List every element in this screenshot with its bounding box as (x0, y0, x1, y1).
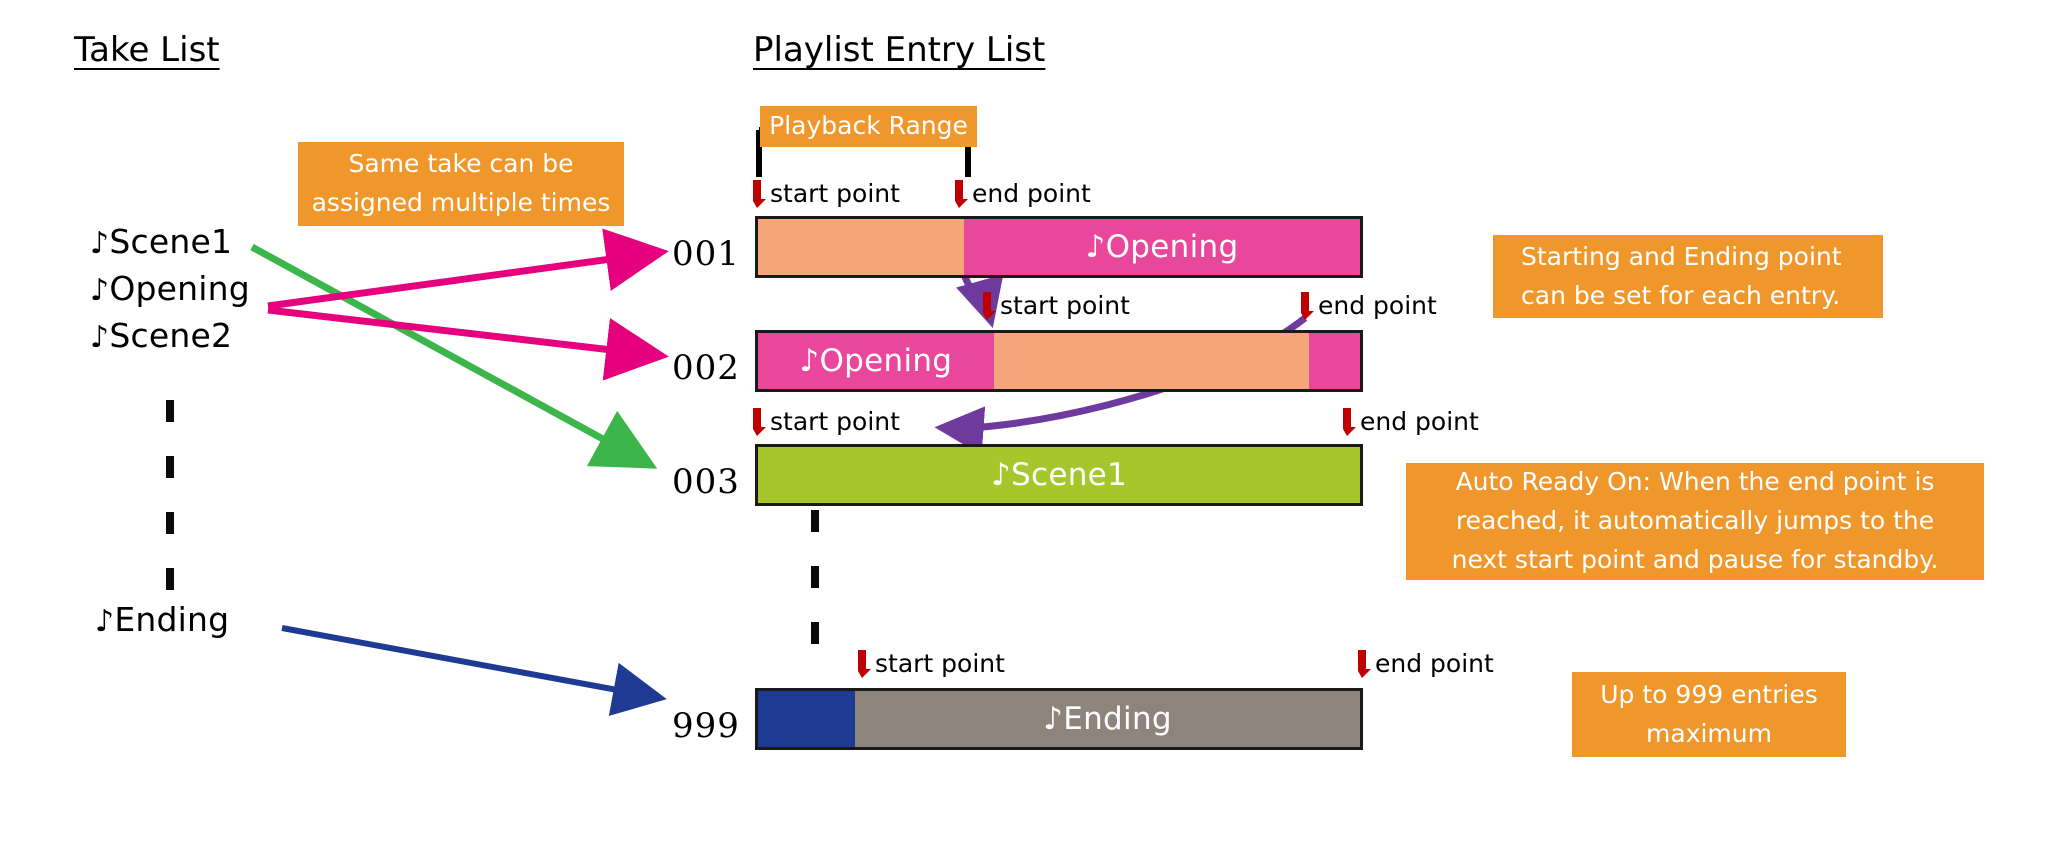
entry-002-start-point: start point (980, 292, 1130, 320)
music-note-icon: ♪ (90, 273, 110, 308)
entry-bar-001[interactable]: ♪Opening (755, 216, 1363, 278)
point-label: end point (1375, 649, 1494, 678)
playback-range-label: Playback Range (769, 111, 968, 141)
end-point-marker-icon (1301, 292, 1314, 320)
callout-line: Same take can be (348, 149, 574, 179)
playlist-heading: Playlist Entry List (753, 30, 1046, 70)
entry-bar-003[interactable]: ♪Scene1 (755, 444, 1363, 506)
start-point-marker-icon (753, 180, 766, 208)
music-note-icon: ♪ (90, 226, 110, 261)
start-point-marker-icon (858, 650, 871, 678)
point-label: start point (875, 649, 1005, 678)
take-item-label: Scene1 (109, 222, 233, 261)
diagram-canvas: Take List Playlist Entry List ♪Scene1 ♪O… (0, 0, 2054, 850)
point-label: start point (770, 407, 900, 436)
arrow-ending-to-999 (281, 625, 667, 716)
start-point-marker-icon (753, 408, 766, 436)
segment-label: ♪Ending (1043, 701, 1172, 737)
entry-bar-999[interactable]: ♪Ending (755, 688, 1363, 750)
start-point-marker-icon (983, 292, 996, 320)
end-point-marker-icon (1343, 408, 1356, 436)
callout-line: Up to 999 entries (1600, 679, 1818, 709)
entry-bar-002[interactable]: ♪Opening (755, 330, 1363, 392)
point-label: end point (1360, 407, 1479, 436)
take-item-ending[interactable]: ♪Ending (95, 600, 229, 639)
arrow-opening-to-001 (267, 228, 669, 310)
take-item-label: Ending (114, 600, 230, 639)
callout-line: reached, it automatically jumps to the (1455, 506, 1935, 536)
segment-label: ♪Opening (799, 343, 953, 379)
take-item-label: Scene2 (109, 316, 233, 355)
take-item-opening[interactable]: ♪Opening (90, 269, 250, 308)
end-point-marker-icon (1358, 650, 1371, 678)
entry-999-segment-ending[interactable]: ♪Ending (855, 691, 1360, 747)
callout-same-take: Same take can be assigned multiple times (298, 142, 624, 226)
entry-001-segment-opening[interactable]: ♪Opening (963, 219, 1360, 275)
entry-003-segment-scene1[interactable]: ♪Scene1 (758, 447, 1360, 503)
segment-label: ♪Opening (1085, 229, 1239, 265)
entry-001-start-point: start point (750, 180, 900, 208)
entry-001-segment-pre[interactable] (758, 219, 964, 275)
entry-number-003: 003 (672, 462, 740, 502)
segment-label: ♪Scene1 (990, 457, 1128, 493)
callout-line: can be set for each entry. (1521, 280, 1841, 310)
callout-line: Auto Ready On: When the end point is (1455, 467, 1935, 497)
point-label: end point (1318, 291, 1437, 320)
point-label: start point (770, 179, 900, 208)
music-note-icon: ♪ (90, 320, 110, 355)
entry-003-start-point: start point (750, 408, 900, 436)
callout-auto-ready: Auto Ready On: When the end point is rea… (1406, 463, 1984, 580)
entry-002-end-point: end point (1298, 292, 1437, 320)
entry-002-segment-post[interactable] (1308, 333, 1360, 389)
entry-999-segment-pre[interactable] (758, 691, 856, 747)
entry-number-999: 999 (672, 706, 740, 746)
take-list-heading: Take List (74, 30, 220, 70)
entry-999-start-point: start point (855, 650, 1005, 678)
entry-number-001: 001 (672, 234, 740, 274)
entry-999-end-point: end point (1355, 650, 1494, 678)
callout-line: assigned multiple times (311, 188, 611, 217)
entry-003-end-point: end point (1340, 408, 1479, 436)
arrow-scene1-to-003 (250, 243, 658, 469)
take-item-label: Opening (109, 269, 250, 308)
callout-line: next start point and pause for standby. (1451, 544, 1939, 574)
entry-001-end-point: end point (952, 180, 1091, 208)
music-note-icon: ♪ (95, 604, 115, 639)
callout-start-end-point: Starting and Ending point can be set for… (1493, 235, 1883, 318)
take-item-scene1[interactable]: ♪Scene1 (90, 222, 250, 261)
playback-range-badge: Playback Range (760, 106, 977, 147)
point-label: end point (972, 179, 1091, 208)
arrow-opening-to-002 (267, 306, 669, 381)
callout-max-entries: Up to 999 entries maximum (1572, 672, 1846, 757)
take-item-scene2[interactable]: ♪Scene2 (90, 316, 250, 355)
point-label: start point (1000, 291, 1130, 320)
entry-002-segment-opening[interactable]: ♪Opening (758, 333, 994, 389)
callout-line: maximum (1646, 718, 1772, 748)
take-list: ♪Scene1 ♪Opening ♪Scene2 (90, 222, 250, 355)
entry-002-segment-range[interactable] (993, 333, 1309, 389)
entry-number-002: 002 (672, 348, 740, 388)
end-point-marker-icon (955, 180, 968, 208)
callout-line: Starting and Ending point (1521, 241, 1842, 271)
